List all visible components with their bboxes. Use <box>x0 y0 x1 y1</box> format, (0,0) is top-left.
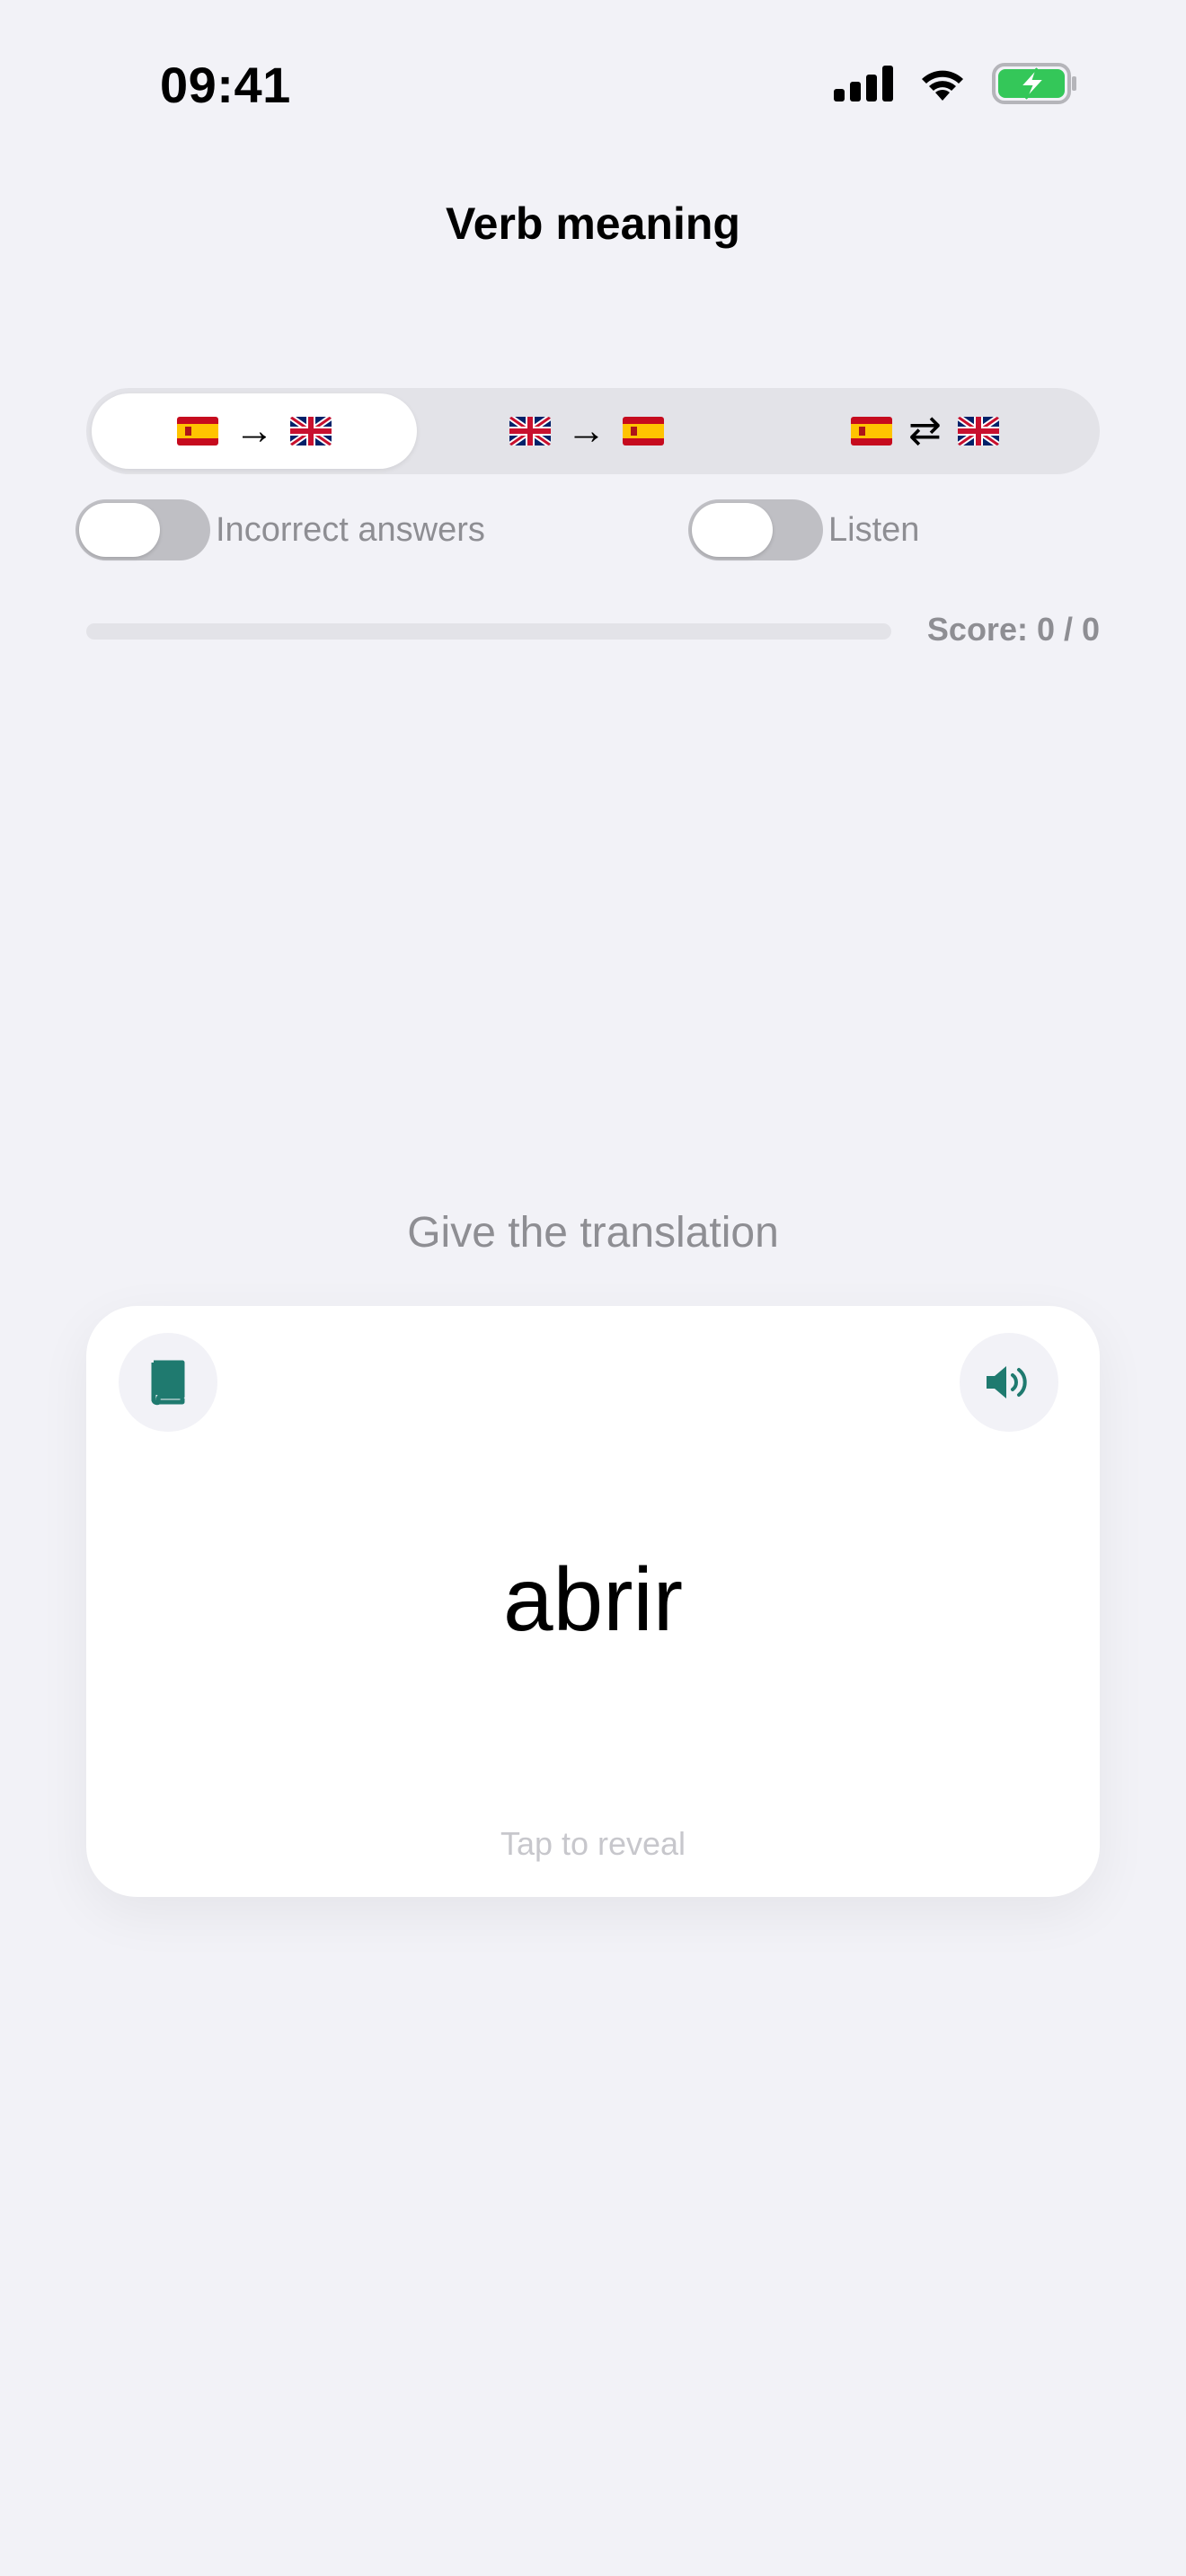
screen: 09:41 Verb meaning → → ⇄ Incorrect answe… <box>0 0 1186 2576</box>
incorrect-answers-toggle[interactable] <box>75 499 210 560</box>
flash-card[interactable]: abrir Tap to reveal <box>86 1306 1100 1897</box>
cellular-signal-icon <box>834 66 893 101</box>
swap-arrows-icon: ⇄ <box>908 409 942 453</box>
incorrect-answers-toggle-row: Incorrect answers <box>75 499 485 560</box>
incorrect-answers-label: Incorrect answers <box>216 510 485 549</box>
direction-segmented-control: → → ⇄ <box>86 388 1100 474</box>
arrow-right-icon: → <box>235 409 274 453</box>
status-icons <box>834 63 1078 104</box>
listen-label: Listen <box>828 510 920 549</box>
status-time: 09:41 <box>160 57 291 113</box>
tap-to-reveal-hint: Tap to reveal <box>500 1825 686 1862</box>
book-icon <box>151 1360 185 1406</box>
uk-flag-icon <box>509 417 551 446</box>
pronounce-button[interactable] <box>960 1333 1058 1432</box>
score-text: Score: 0 / 0 <box>926 611 1100 648</box>
battery-charging-icon <box>992 63 1076 104</box>
listen-toggle[interactable] <box>688 499 823 560</box>
segment-en-to-es[interactable]: → <box>417 393 756 469</box>
spain-flag-icon <box>851 417 893 446</box>
progress-bar <box>86 623 891 640</box>
spain-flag-icon <box>622 417 664 446</box>
segment-es-to-en[interactable]: → <box>92 393 417 469</box>
prompt-text: Give the translation <box>407 1209 779 1257</box>
wifi-icon <box>922 70 963 101</box>
uk-flag-icon <box>957 417 999 446</box>
card-word: abrir <box>502 1549 684 1650</box>
page-title: Verb meaning <box>446 198 740 249</box>
segment-mixed[interactable]: ⇄ <box>756 393 1094 469</box>
arrow-right-icon: → <box>566 409 606 453</box>
toggle-knob <box>692 503 773 557</box>
dictionary-button[interactable] <box>119 1333 217 1432</box>
speaker-icon <box>987 1366 1027 1398</box>
listen-toggle-row: Listen <box>688 499 919 560</box>
uk-flag-icon <box>290 417 332 446</box>
toggle-knob <box>79 503 160 557</box>
spain-flag-icon <box>177 417 218 446</box>
